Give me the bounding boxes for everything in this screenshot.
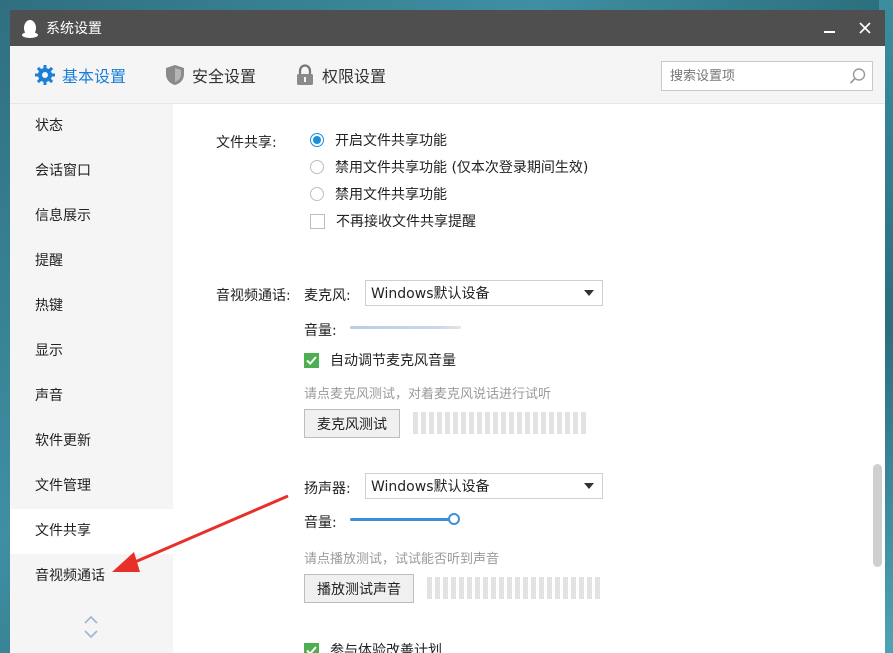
annotation-arrow	[112, 494, 289, 572]
baidu-watermark-logo: Baidu 经验 jingyan.baidu.com	[675, 569, 819, 632]
svg-text:jingyan.baidu.com: jingyan.baidu.com	[678, 617, 784, 632]
svg-text:经验: 经验	[767, 585, 819, 616]
svg-text:Baidu: Baidu	[675, 583, 758, 616]
